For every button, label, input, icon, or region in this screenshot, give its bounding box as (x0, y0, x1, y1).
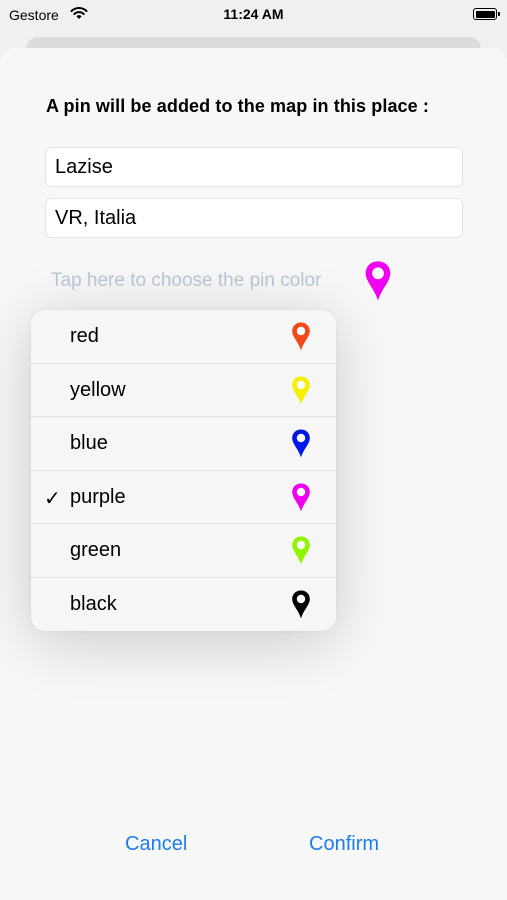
menu-item-yellow[interactable]: yellow (31, 364, 336, 417)
menu-item-label: purple (70, 485, 126, 508)
battery-icon (473, 8, 500, 20)
cancel-button[interactable]: Cancel (125, 833, 187, 856)
map-pin-icon (292, 429, 310, 458)
map-pin-icon[interactable] (364, 260, 392, 302)
menu-item-red[interactable]: red (31, 310, 336, 364)
sheet-prompt: A pin will be added to the map in this p… (46, 96, 429, 116)
checkmark-icon: ✓ (44, 487, 61, 510)
map-pin-icon (292, 590, 310, 618)
map-pin-icon (292, 376, 310, 404)
menu-item-green[interactable]: green (31, 524, 336, 578)
status-bar: Gestore 11:24 AM (0, 0, 507, 30)
clock: 11:24 AM (223, 6, 284, 22)
menu-item-label: blue (70, 432, 108, 454)
map-pin-icon (292, 483, 310, 511)
menu-item-purple[interactable]: ✓ purple (31, 471, 336, 524)
map-pin-icon (292, 536, 310, 565)
map-pin-icon (292, 322, 310, 351)
menu-item-blue[interactable]: blue (31, 417, 336, 471)
pin-color-menu: red yellow blue ✓ purple green black (31, 310, 336, 631)
menu-item-label: yellow (70, 378, 126, 401)
city-field[interactable] (45, 147, 463, 187)
menu-item-label: black (70, 592, 117, 615)
menu-item-black[interactable]: black (31, 578, 336, 632)
region-field[interactable] (45, 198, 463, 238)
menu-item-label: red (70, 325, 99, 347)
menu-item-label: green (70, 539, 122, 561)
confirm-button[interactable]: Confirm (309, 833, 379, 856)
choose-pin-color-button[interactable]: Tap here to choose the pin color (51, 270, 321, 292)
